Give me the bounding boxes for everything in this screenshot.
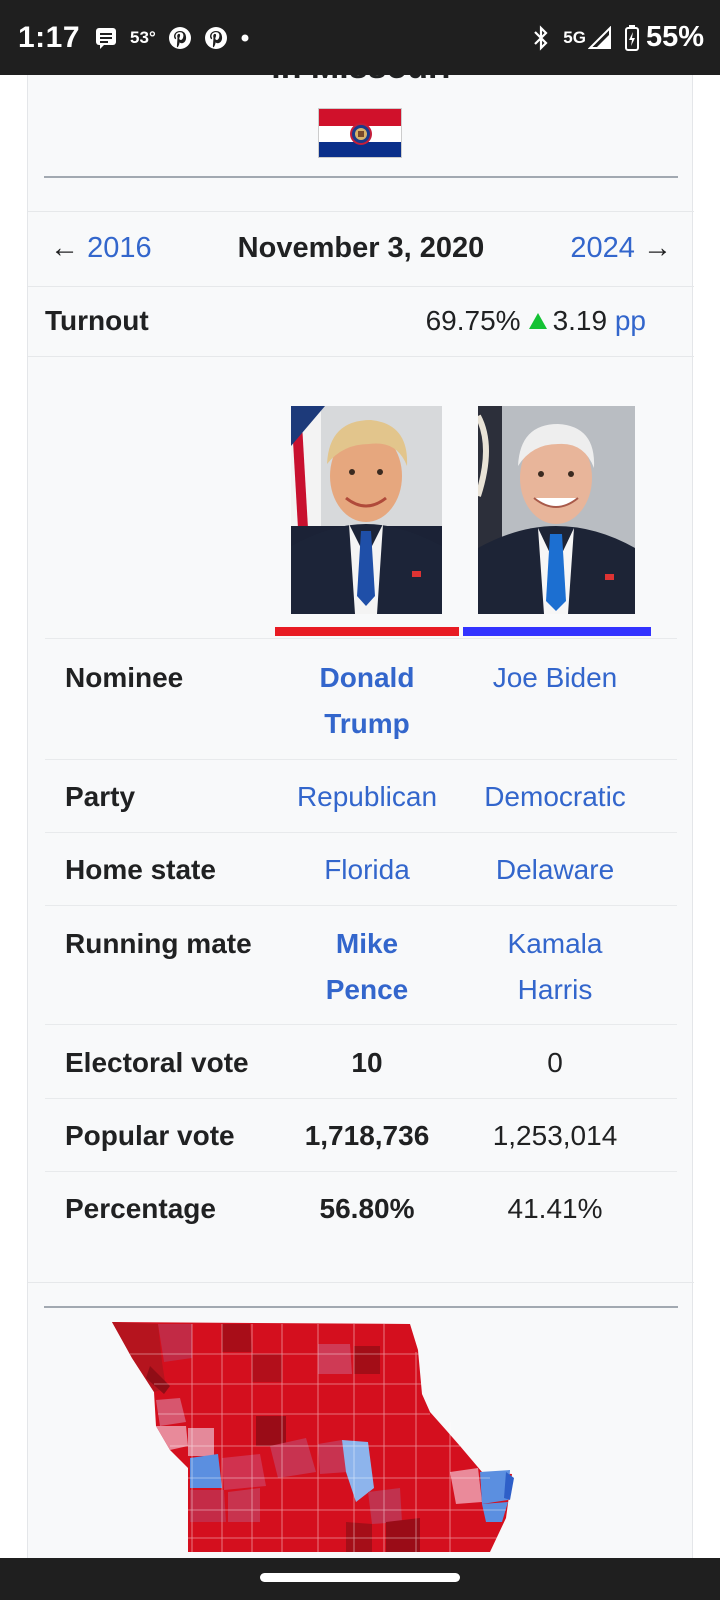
biden-electoral-vote: 0	[547, 1047, 563, 1078]
democratic-party-link[interactable]: Democratic	[463, 774, 647, 820]
battery-icon	[624, 24, 640, 52]
running-mate-name-line: Harris	[517, 974, 593, 1005]
right-arrow-icon: →	[643, 232, 672, 264]
county-results-map[interactable]	[110, 1322, 530, 1557]
turnout-label: Turnout	[45, 305, 149, 336]
status-bar: 1:17 53° 5G 55%	[0, 0, 720, 75]
mike-pence-link[interactable]: Mike Pence	[275, 921, 459, 1013]
status-time: 1:17	[18, 20, 81, 54]
biden-percentage: 41.41%	[507, 1193, 603, 1224]
missouri-flag[interactable]	[318, 108, 402, 158]
row-divider	[45, 1098, 677, 1099]
turnout-change: 3.19	[552, 305, 608, 336]
trump-percentage: 56.80%	[319, 1193, 415, 1224]
battery-percentage: 55%	[645, 21, 704, 53]
democratic-color-bar	[463, 627, 651, 636]
trump-popular-vote: 1,718,736	[304, 1120, 430, 1151]
title-rule	[44, 176, 678, 178]
nominee-name-line: Trump	[324, 708, 410, 739]
temperature-text: 53°	[130, 27, 156, 47]
pinterest-icon	[204, 26, 228, 50]
increase-arrow-icon	[528, 313, 547, 329]
divider	[28, 1282, 694, 1283]
kamala-harris-link[interactable]: Kamala Harris	[463, 921, 647, 1013]
party-label: Party	[65, 781, 136, 812]
nominee-label: Nominee	[65, 662, 184, 693]
turnout-value: 69.75% 3.19 pp	[426, 288, 646, 354]
biden-popular-vote: 1,253,014	[492, 1120, 618, 1151]
divider	[28, 356, 694, 357]
republican-color-bar	[275, 627, 459, 636]
home-state-label: Home state	[65, 854, 216, 885]
running-mate-name-line: Pence	[325, 974, 409, 1005]
map-rule	[44, 1306, 678, 1308]
pinterest-icon	[168, 26, 192, 50]
home-gesture-handle[interactable]	[260, 1573, 460, 1582]
percentage-label: Percentage	[65, 1193, 216, 1224]
nominee-name-line: Donald	[319, 662, 415, 693]
bluetooth-icon	[531, 24, 551, 51]
turnout-percentage: 69.75%	[425, 305, 521, 336]
row-divider	[45, 638, 677, 639]
row-divider	[45, 759, 677, 760]
row-divider	[45, 1024, 677, 1025]
delaware-link[interactable]: Delaware	[463, 847, 647, 893]
electoral-vote-label: Electoral vote	[65, 1047, 249, 1078]
percentage-points-link[interactable]: pp	[615, 305, 646, 336]
election-infobox: in Missouri ← 2016 November 3, 2020 2024…	[27, 75, 694, 1558]
running-mate-name-line: Kamala	[507, 928, 603, 959]
popular-vote-label: Popular vote	[65, 1120, 235, 1151]
running-mate-name-line: Mike	[335, 928, 399, 959]
dot-icon	[240, 33, 250, 43]
infobox-title: in Missouri	[28, 75, 694, 87]
joe-biden-photo[interactable]	[478, 406, 635, 614]
article-content[interactable]: in Missouri ← 2016 November 3, 2020 2024…	[0, 75, 720, 1558]
trump-electoral-vote: 10	[351, 1047, 383, 1078]
republican-party-link[interactable]: Republican	[275, 774, 459, 820]
navigation-bar	[0, 1558, 720, 1600]
network-type: 5G	[563, 27, 586, 47]
next-year-link[interactable]: 2024	[570, 232, 635, 264]
donald-trump-photo[interactable]	[291, 406, 442, 614]
message-icon	[94, 26, 118, 50]
row-divider	[45, 1171, 677, 1172]
next-election-link[interactable]: 2024 →	[570, 212, 672, 284]
trump-nominee-link[interactable]: Donald Trump	[275, 655, 459, 747]
florida-link[interactable]: Florida	[275, 847, 459, 893]
row-divider	[45, 832, 677, 833]
signal-icon	[587, 25, 612, 50]
row-divider	[45, 905, 677, 906]
biden-nominee-link[interactable]: Joe Biden	[463, 655, 647, 701]
election-navigation: ← 2016 November 3, 2020 2024 →	[28, 212, 694, 284]
divider	[28, 286, 694, 287]
running-mate-label: Running mate	[65, 928, 252, 959]
